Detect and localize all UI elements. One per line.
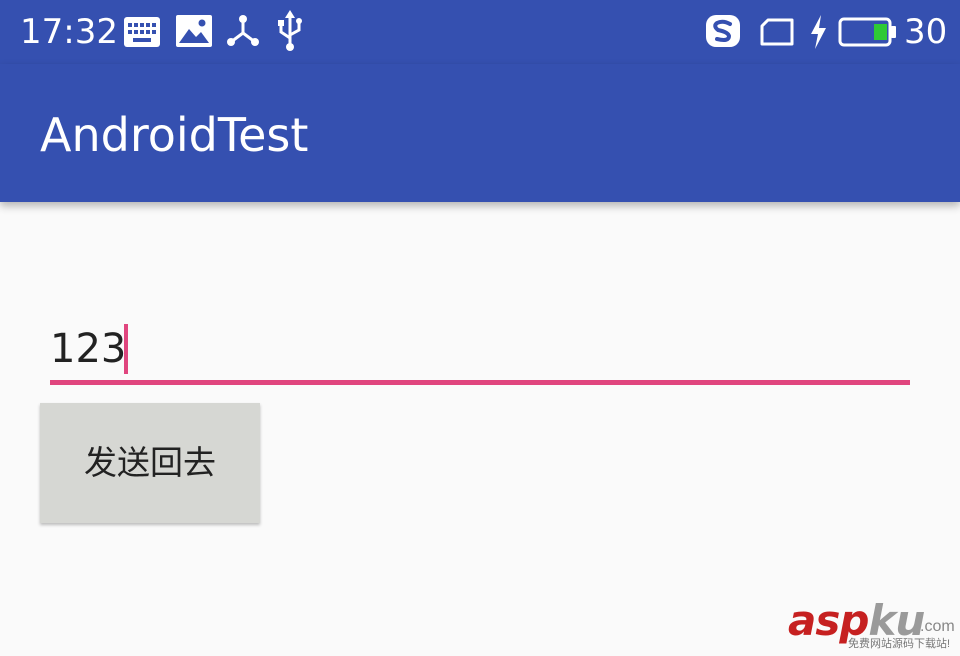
status-time: 17:32: [20, 12, 118, 52]
text-cursor: [124, 324, 128, 374]
watermark-domain: .com: [920, 618, 955, 635]
usb-icon: [278, 10, 302, 51]
charging-icon: [811, 15, 826, 49]
share-icon: [227, 15, 259, 46]
battery-fill: [874, 24, 887, 40]
sim-card-icon: [760, 18, 794, 46]
watermark-logo: aspku .com 免费网站源码下载站!: [788, 598, 958, 654]
watermark-subtitle: 免费网站源码下载站!: [848, 638, 951, 650]
status-bar: 17:32 30: [0, 0, 960, 64]
app-title: AndroidTest: [40, 108, 309, 162]
message-input-underline: [50, 380, 910, 385]
message-input[interactable]: 123: [50, 318, 910, 386]
battery-icon: [838, 17, 896, 47]
sogou-icon: [706, 15, 740, 47]
keyboard-icon: [124, 17, 160, 47]
image-icon: [176, 15, 212, 47]
battery-level: 30: [904, 12, 948, 52]
message-input-value[interactable]: 123: [50, 326, 126, 372]
send-back-button[interactable]: 发送回去: [40, 403, 260, 523]
